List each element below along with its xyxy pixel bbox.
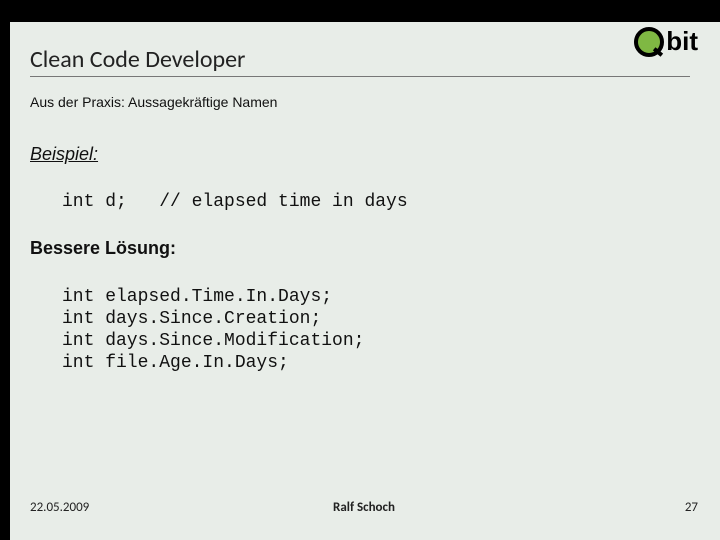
qbit-logo: bit [634, 26, 698, 57]
slide-subtitle: Aus der Praxis: Aussagekräftige Namen [30, 94, 277, 110]
footer-date: 22.05.2009 [30, 500, 89, 515]
slide-footer: 22.05.2009 Ralf Schoch 27 [30, 500, 698, 515]
example-heading: Beispiel: [30, 144, 98, 165]
code-example: int d; // elapsed time in days [62, 192, 408, 212]
top-accent-bar [10, 0, 720, 22]
title-divider [30, 76, 690, 77]
code-better: int elapsed.Time.In.Days; int days.Since… [62, 286, 364, 374]
q-icon [634, 27, 664, 57]
left-accent-bar [0, 0, 10, 540]
better-heading: Bessere Lösung: [30, 238, 176, 259]
logo-text: bit [666, 26, 698, 57]
footer-page: 27 [685, 500, 698, 515]
footer-author: Ralf Schoch [30, 500, 698, 515]
slide-title: Clean Code Developer [30, 45, 245, 74]
